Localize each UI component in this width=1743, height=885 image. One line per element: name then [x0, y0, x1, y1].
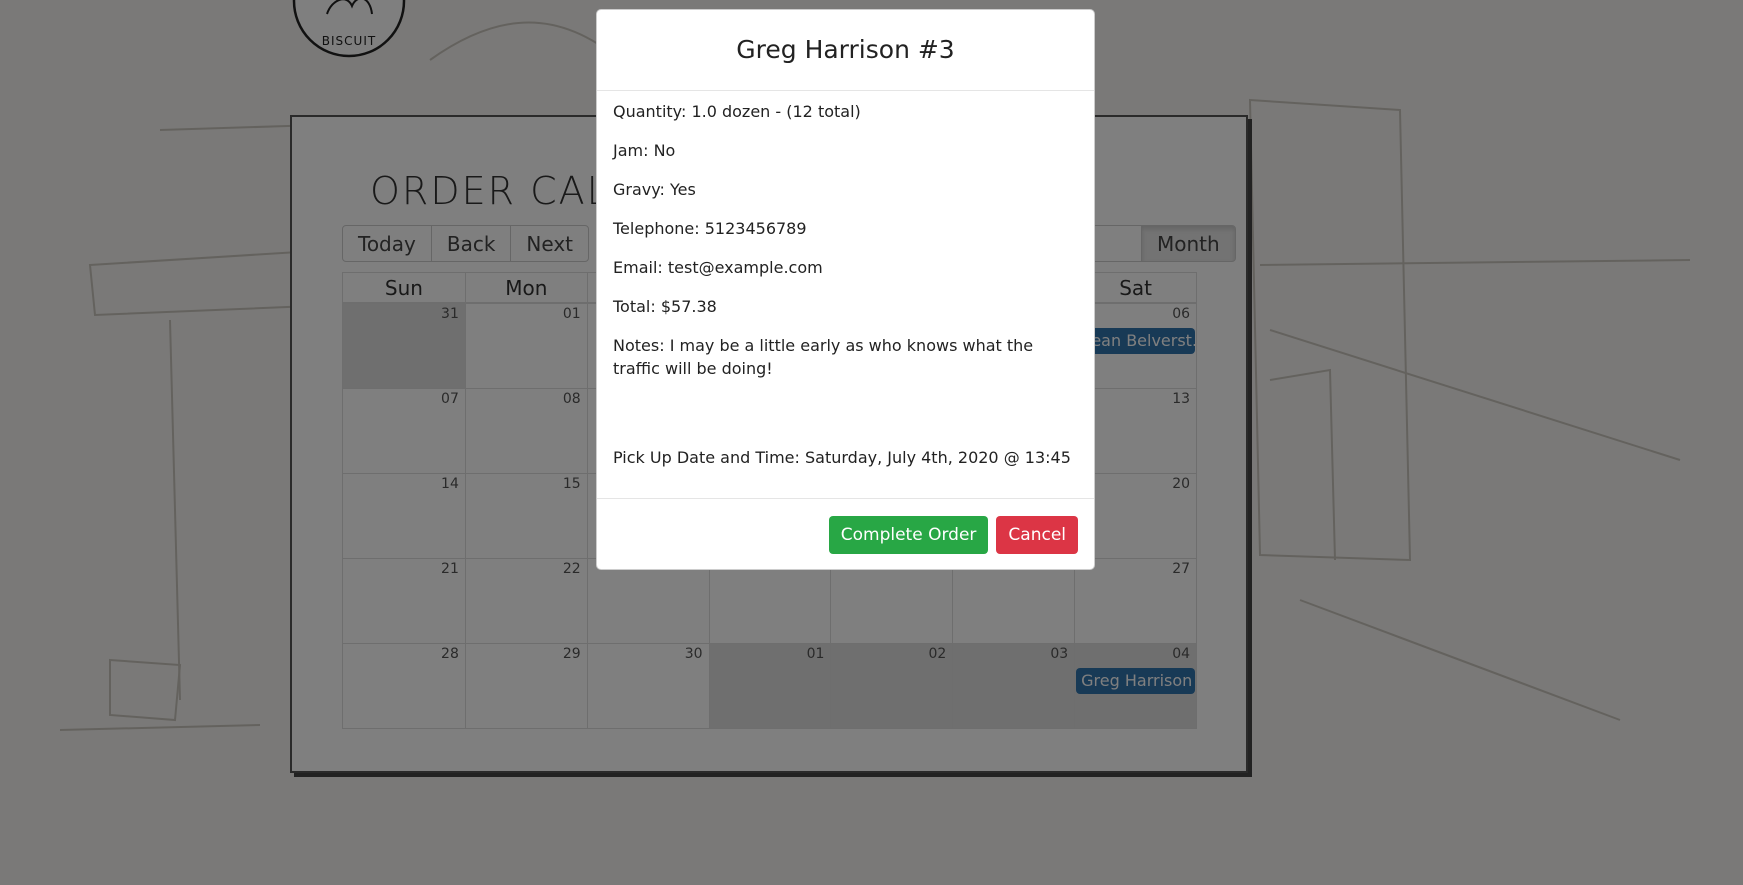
- order-email: Email: test@example.com: [613, 258, 823, 277]
- modal-footer: Complete Order Cancel: [597, 498, 1094, 570]
- order-pickup: Pick Up Date and Time: Saturday, July 4t…: [613, 448, 1071, 467]
- order-telephone: Telephone: 5123456789: [613, 219, 807, 238]
- order-notes: Notes: I may be a little early as who kn…: [613, 336, 1034, 378]
- complete-order-button[interactable]: Complete Order: [828, 515, 989, 554]
- order-jam: Jam: No: [613, 141, 676, 160]
- order-quantity: Quantity: 1.0 dozen - (12 total): [613, 102, 861, 121]
- order-total: Total: $57.38: [613, 297, 717, 316]
- order-gravy: Gravy: Yes: [613, 180, 696, 199]
- modal-title: Greg Harrison #3: [597, 10, 1094, 91]
- cancel-button[interactable]: Cancel: [996, 515, 1078, 554]
- order-modal: Greg Harrison #3 Quantity: 1.0 dozen - (…: [596, 9, 1095, 570]
- modal-body: Quantity: 1.0 dozen - (12 total) Jam: No…: [597, 91, 1094, 469]
